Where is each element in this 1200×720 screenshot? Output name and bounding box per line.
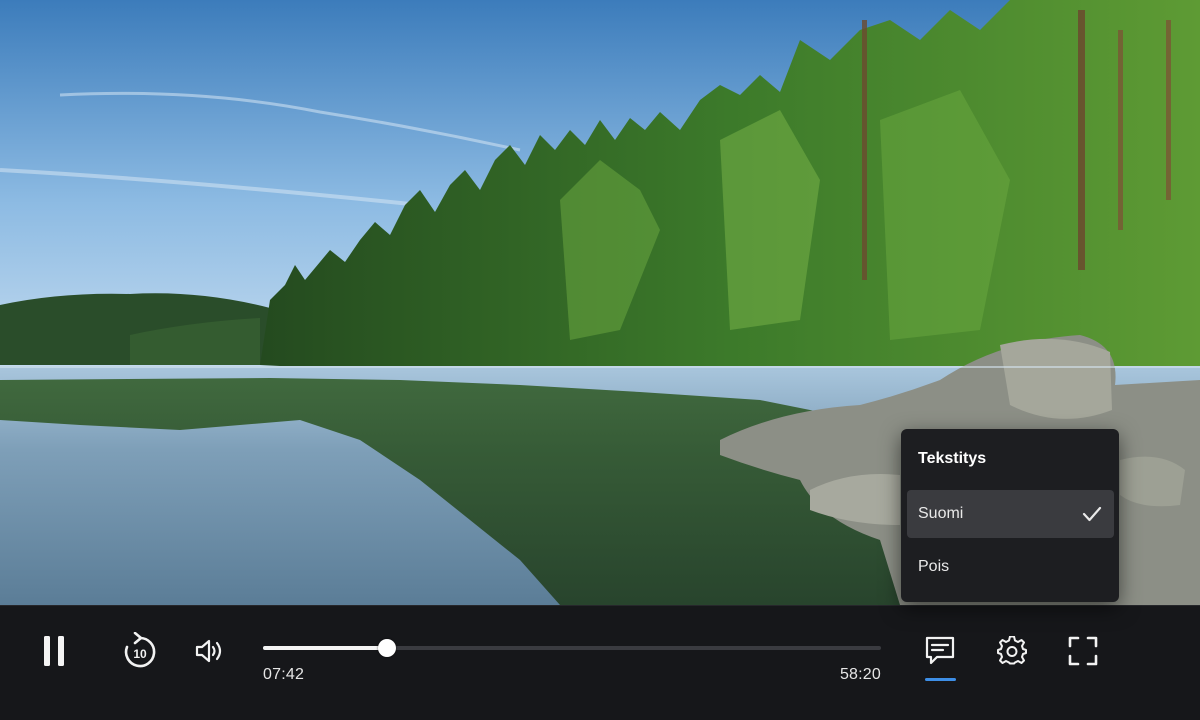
fullscreen-button[interactable] — [1059, 627, 1107, 675]
check-icon — [1082, 506, 1102, 522]
pause-button[interactable] — [30, 627, 78, 675]
subtitles-icon — [925, 636, 955, 665]
subtitles-menu-title: Tekstitys — [918, 450, 987, 467]
progress-bar[interactable] — [263, 639, 881, 657]
replay-seconds-label: 10 — [133, 647, 147, 661]
subtitles-active-indicator — [925, 678, 956, 681]
replay-10-icon: 10 — [124, 632, 156, 668]
subtitle-option-label: Suomi — [918, 505, 964, 522]
pause-icon — [44, 636, 64, 666]
fullscreen-icon — [1068, 636, 1098, 666]
duration-time: 58:20 — [839, 666, 881, 683]
progress-thumb[interactable] — [377, 639, 396, 657]
replay-10-button[interactable]: 10 — [116, 627, 164, 675]
progress-fill — [263, 646, 387, 650]
subtitle-option-pois[interactable]: Pois — [907, 543, 1114, 591]
elapsed-time: 07:42 — [263, 666, 305, 683]
gear-icon — [997, 636, 1027, 665]
volume-button[interactable] — [186, 627, 234, 675]
video-player: 10 07:42 58:20 Tekstitys Suomi Pois — [0, 0, 1200, 720]
subtitle-option-label: Pois — [918, 558, 950, 575]
subtitle-option-suomi[interactable]: Suomi — [907, 490, 1114, 538]
settings-button[interactable] — [988, 627, 1036, 675]
subtitles-menu: Tekstitys Suomi Pois — [901, 429, 1119, 602]
volume-icon — [195, 639, 222, 663]
subtitles-button[interactable] — [916, 627, 964, 675]
